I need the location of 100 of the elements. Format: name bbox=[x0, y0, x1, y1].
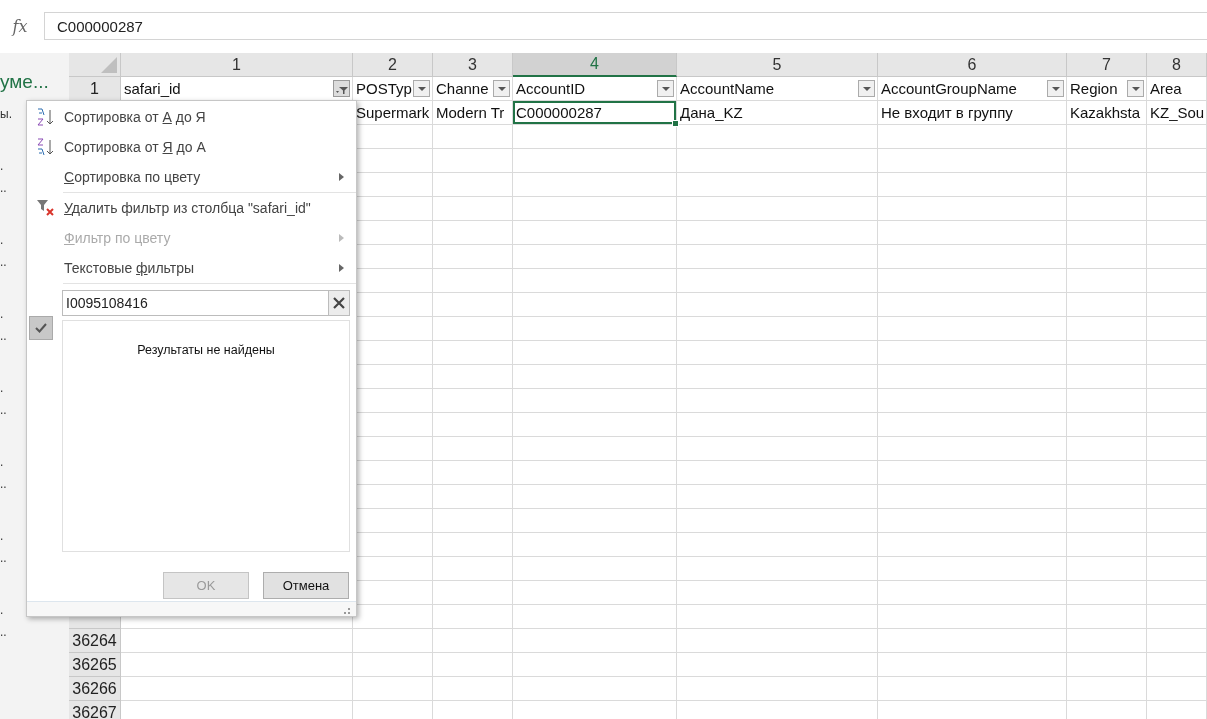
filter-button[interactable] bbox=[333, 80, 350, 97]
select-all-checkbox[interactable] bbox=[29, 316, 53, 340]
cancel-button[interactable]: Отмена bbox=[263, 572, 349, 599]
table-cell bbox=[1147, 557, 1207, 581]
table-cell bbox=[1147, 389, 1207, 413]
table-cell: Modern Tr bbox=[433, 101, 513, 125]
table-cell bbox=[1147, 461, 1207, 485]
submenu-arrow-icon bbox=[339, 234, 344, 242]
header-cell: POSTyp bbox=[353, 77, 433, 101]
triangle-icon bbox=[101, 57, 117, 73]
table-cell bbox=[1147, 653, 1207, 677]
formula-field[interactable]: C000000287 bbox=[44, 12, 1207, 40]
column-header[interactable]: 4 bbox=[513, 53, 677, 77]
truncated-text: .. bbox=[0, 625, 7, 639]
sort-descending-icon bbox=[35, 138, 56, 156]
column-header[interactable]: 2 bbox=[353, 53, 433, 77]
truncated-text: . bbox=[0, 603, 4, 617]
header-cell: AccountGroupName bbox=[878, 77, 1067, 101]
truncated-text: .. bbox=[0, 403, 7, 417]
column-header[interactable]: 7 bbox=[1067, 53, 1147, 77]
truncated-text: . bbox=[0, 307, 4, 321]
table-cell bbox=[1147, 581, 1207, 605]
table-cell bbox=[1147, 197, 1207, 221]
table-cell bbox=[1147, 269, 1207, 293]
resize-grip-icon[interactable] bbox=[344, 608, 350, 614]
truncated-text: . bbox=[0, 159, 4, 173]
dropdown-button[interactable] bbox=[657, 80, 674, 97]
dropdown-button[interactable] bbox=[493, 80, 510, 97]
truncated-text: .. bbox=[0, 551, 7, 565]
dropdown-button[interactable] bbox=[413, 80, 430, 97]
column-header[interactable]: 3 bbox=[433, 53, 513, 77]
row-header[interactable]: 36264 bbox=[69, 629, 121, 653]
close-icon bbox=[333, 297, 345, 309]
truncated-text: ы. bbox=[0, 107, 12, 121]
table-cell bbox=[1147, 605, 1207, 629]
column-header[interactable]: 8 bbox=[1147, 53, 1207, 77]
truncated-text: . bbox=[0, 529, 4, 543]
table-cell: Дана_KZ bbox=[677, 101, 878, 125]
submenu-arrow-icon bbox=[339, 173, 344, 181]
caret-icon bbox=[1131, 86, 1140, 91]
truncated-text: .. bbox=[0, 255, 7, 269]
caret-icon bbox=[497, 86, 506, 91]
caret-icon bbox=[862, 86, 871, 91]
menu-item[interactable]: Сортировка от Я до А bbox=[27, 132, 356, 162]
table-cell: C000000287 bbox=[513, 101, 677, 125]
row-header[interactable]: 36267 bbox=[69, 701, 121, 719]
table-cell bbox=[1147, 629, 1207, 653]
truncated-text: .. bbox=[0, 181, 7, 195]
dropdown-button[interactable] bbox=[1047, 80, 1064, 97]
sort-ascending-icon bbox=[35, 108, 56, 126]
truncated-text: . bbox=[0, 381, 4, 395]
insert-function-button[interactable]: fx bbox=[2, 12, 38, 40]
header-cell: Area bbox=[1147, 77, 1207, 101]
row-header[interactable]: 1 bbox=[69, 77, 121, 101]
menu-item[interactable]: Текстовые фильтры bbox=[27, 253, 356, 283]
table-cell bbox=[1147, 245, 1207, 269]
column-header[interactable]: 5 bbox=[677, 53, 878, 77]
empty-message: Результаты не найдены bbox=[137, 343, 275, 357]
table-cell bbox=[1147, 677, 1207, 701]
search-field[interactable]: I0095108416 bbox=[62, 290, 350, 316]
table-cell bbox=[1147, 413, 1207, 437]
header-cell: Channe bbox=[433, 77, 513, 101]
submenu-arrow-icon bbox=[339, 264, 344, 272]
row-header[interactable]: 36266 bbox=[69, 677, 121, 701]
truncated-text: . bbox=[0, 233, 4, 247]
row-header[interactable]: 36265 bbox=[69, 653, 121, 677]
table-cell bbox=[1147, 173, 1207, 197]
table-cell bbox=[1147, 149, 1207, 173]
table-cell bbox=[1147, 341, 1207, 365]
column-header[interactable]: 1 bbox=[121, 53, 353, 77]
header-cell: Region bbox=[1067, 77, 1147, 101]
caret-icon bbox=[417, 86, 426, 91]
table-cell bbox=[1147, 125, 1207, 149]
menu-item[interactable]: Сортировка от А до Я bbox=[27, 102, 356, 132]
dropdown-button[interactable] bbox=[858, 80, 875, 97]
clear-search-button[interactable] bbox=[328, 291, 349, 315]
pane-title: уме... bbox=[0, 71, 50, 93]
clear-filter-icon bbox=[35, 199, 56, 217]
table-cell bbox=[1147, 293, 1207, 317]
menu-item[interactable]: Удалить фильтр из столбца "safari_id" bbox=[27, 193, 356, 223]
table-cell: Kazakhsta bbox=[1067, 101, 1147, 125]
table-cell: Не входит в группу bbox=[878, 101, 1067, 125]
caret-icon bbox=[1051, 86, 1060, 91]
table-cell bbox=[1147, 221, 1207, 245]
table-cell bbox=[1147, 509, 1207, 533]
truncated-text: . bbox=[0, 455, 4, 469]
truncated-text: .. bbox=[0, 477, 7, 491]
caret-icon bbox=[661, 86, 670, 91]
header-cell: AccountName bbox=[677, 77, 878, 101]
table-cell bbox=[1147, 533, 1207, 557]
menu-item[interactable]: Сортировка по цвету bbox=[27, 162, 356, 192]
checkmark-icon bbox=[35, 323, 47, 333]
table-cell bbox=[1147, 317, 1207, 341]
table-cell bbox=[1147, 437, 1207, 461]
table-cell bbox=[1147, 365, 1207, 389]
table-cell bbox=[1147, 485, 1207, 509]
header-cell: AccountID bbox=[513, 77, 677, 101]
table-cell: KZ_Sou bbox=[1147, 101, 1207, 125]
column-header[interactable]: 6 bbox=[878, 53, 1067, 77]
dropdown-button[interactable] bbox=[1127, 80, 1144, 97]
